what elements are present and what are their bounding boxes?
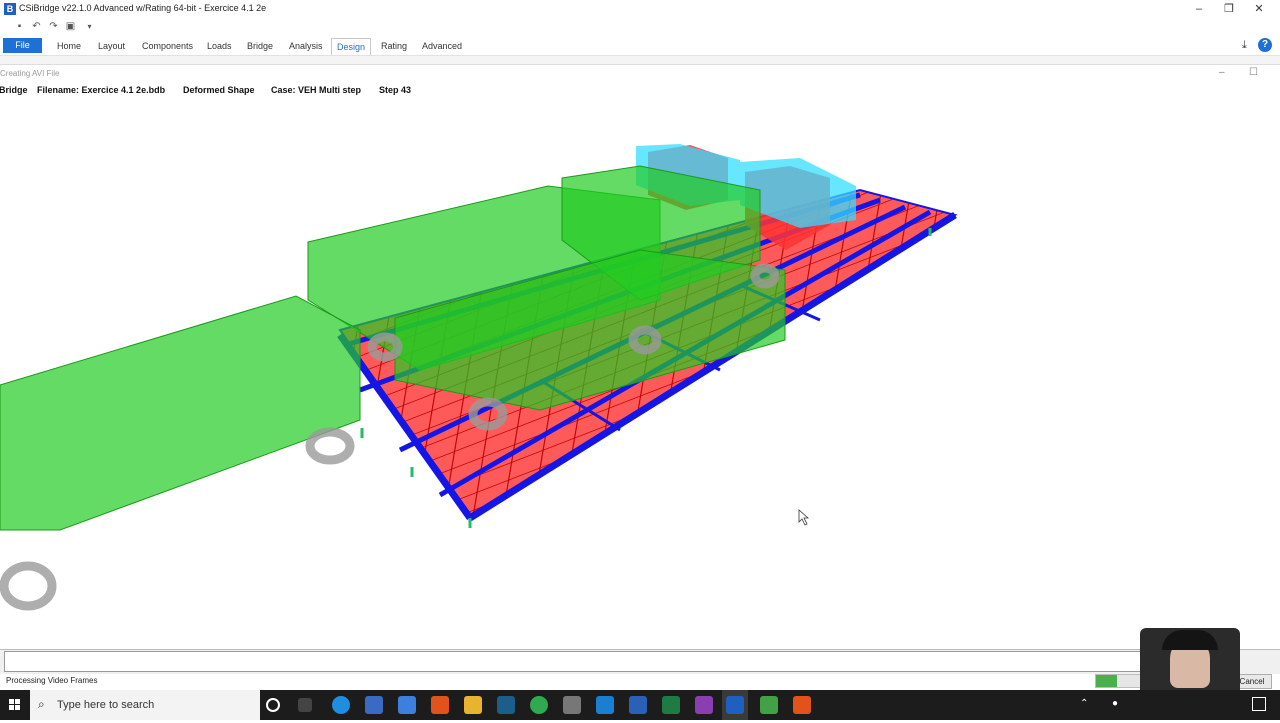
search-icon: ⌕ bbox=[38, 697, 45, 711]
tab-analysis[interactable]: Analysis bbox=[289, 40, 323, 53]
status-text: Processing Video Frames bbox=[6, 676, 98, 685]
sub-minimize-icon[interactable]: – bbox=[1219, 67, 1225, 78]
customize-icon[interactable]: ▾ bbox=[84, 21, 95, 32]
sub-window-bar: Creating AVI File – ☐ bbox=[0, 66, 1280, 82]
close-button[interactable]: ✕ bbox=[1244, 1, 1274, 17]
window-title: CSiBridge v22.1.0 Advanced w/Rating 64-b… bbox=[19, 3, 267, 13]
notification-icon[interactable] bbox=[1252, 697, 1266, 711]
headset-icon bbox=[1162, 630, 1218, 650]
redo-icon[interactable]: ↷ bbox=[48, 21, 59, 32]
chrome-icon[interactable] bbox=[530, 696, 548, 714]
tab-layout[interactable]: Layout bbox=[98, 40, 125, 53]
mail-icon[interactable] bbox=[398, 696, 416, 714]
taskbar-search-box[interactable]: ⌕ Type here to search bbox=[30, 690, 260, 720]
task-view-icon[interactable] bbox=[298, 698, 312, 712]
quick-access-toolbar: ▪ ↶ ↷ ▣ ▾ bbox=[0, 18, 1280, 36]
step-label: Step 43 bbox=[379, 85, 412, 95]
office-icon[interactable] bbox=[431, 696, 449, 714]
microphone-icon[interactable]: ● bbox=[1112, 698, 1118, 709]
excel-icon[interactable] bbox=[662, 696, 680, 714]
lock-icon[interactable]: ▣ bbox=[65, 21, 76, 32]
tab-home[interactable]: Home bbox=[57, 40, 81, 53]
bridge-3d-view bbox=[0, 144, 958, 611]
camtasia-icon[interactable] bbox=[760, 696, 778, 714]
load-case-label: Case: VEH Multi step bbox=[271, 85, 362, 95]
tray-chevron-icon[interactable]: ⌃ bbox=[1080, 698, 1088, 709]
restore-button[interactable]: ❐ bbox=[1214, 1, 1244, 17]
progress-fill bbox=[1096, 675, 1117, 687]
store-icon[interactable] bbox=[365, 696, 383, 714]
tab-advanced[interactable]: Advanced bbox=[422, 40, 462, 53]
file-explorer-icon[interactable] bbox=[464, 696, 482, 714]
search-placeholder: Type here to search bbox=[57, 699, 155, 711]
view-info-bar: Bridge Filename: Exercice 4.1 2e.bdb Def… bbox=[0, 84, 1280, 98]
steam-icon[interactable] bbox=[497, 696, 515, 714]
sub-window-title: Creating AVI File bbox=[0, 69, 60, 78]
green-trucks bbox=[0, 165, 786, 531]
ribbon-panel bbox=[0, 55, 1280, 64]
taskbar: ⌕ Type here to search ⌃ ● bbox=[0, 690, 1280, 720]
save-icon[interactable]: ▪ bbox=[14, 21, 25, 32]
tab-bridge[interactable]: Bridge bbox=[247, 40, 273, 53]
app-purple-icon[interactable] bbox=[695, 696, 713, 714]
sub-maximize-icon[interactable]: ☐ bbox=[1249, 67, 1258, 78]
csibridge-icon[interactable] bbox=[726, 696, 744, 714]
cortana-icon[interactable] bbox=[266, 698, 280, 712]
tab-components[interactable]: Components bbox=[142, 40, 193, 53]
download-icon[interactable]: ⤓ bbox=[1242, 39, 1247, 52]
edge-icon[interactable] bbox=[332, 696, 350, 714]
tab-rating[interactable]: Rating bbox=[381, 40, 407, 53]
command-field[interactable] bbox=[4, 651, 1151, 672]
mouse-cursor-icon bbox=[798, 509, 810, 526]
tab-loads[interactable]: Loads bbox=[207, 40, 232, 53]
filename-label: Filename: Exercice 4.1 2e.bdb bbox=[37, 85, 166, 95]
app-orange-icon[interactable] bbox=[793, 696, 811, 714]
tab-design[interactable]: Design bbox=[331, 38, 372, 55]
settings-icon[interactable] bbox=[563, 696, 581, 714]
windows-start-button[interactable] bbox=[0, 690, 30, 720]
app-blue-icon[interactable] bbox=[596, 696, 614, 714]
ribbon: File Home Layout Components Loads Bridge… bbox=[0, 36, 1280, 65]
webcam-overlay bbox=[1140, 628, 1240, 692]
word-icon[interactable] bbox=[629, 696, 647, 714]
tab-file[interactable]: File bbox=[3, 38, 42, 53]
windows-logo-icon bbox=[9, 699, 20, 710]
minimize-button[interactable]: – bbox=[1184, 1, 1214, 17]
undo-icon[interactable]: ↶ bbox=[31, 21, 42, 32]
title-bar: B CSiBridge v22.1.0 Advanced w/Rating 64… bbox=[0, 0, 1280, 18]
help-icon[interactable]: ? bbox=[1258, 38, 1272, 52]
program-name: Bridge bbox=[0, 85, 28, 95]
view-type-label: Deformed Shape bbox=[183, 85, 255, 95]
model-viewport[interactable] bbox=[0, 98, 1280, 648]
csibridge-app-icon[interactable]: B bbox=[4, 3, 16, 15]
